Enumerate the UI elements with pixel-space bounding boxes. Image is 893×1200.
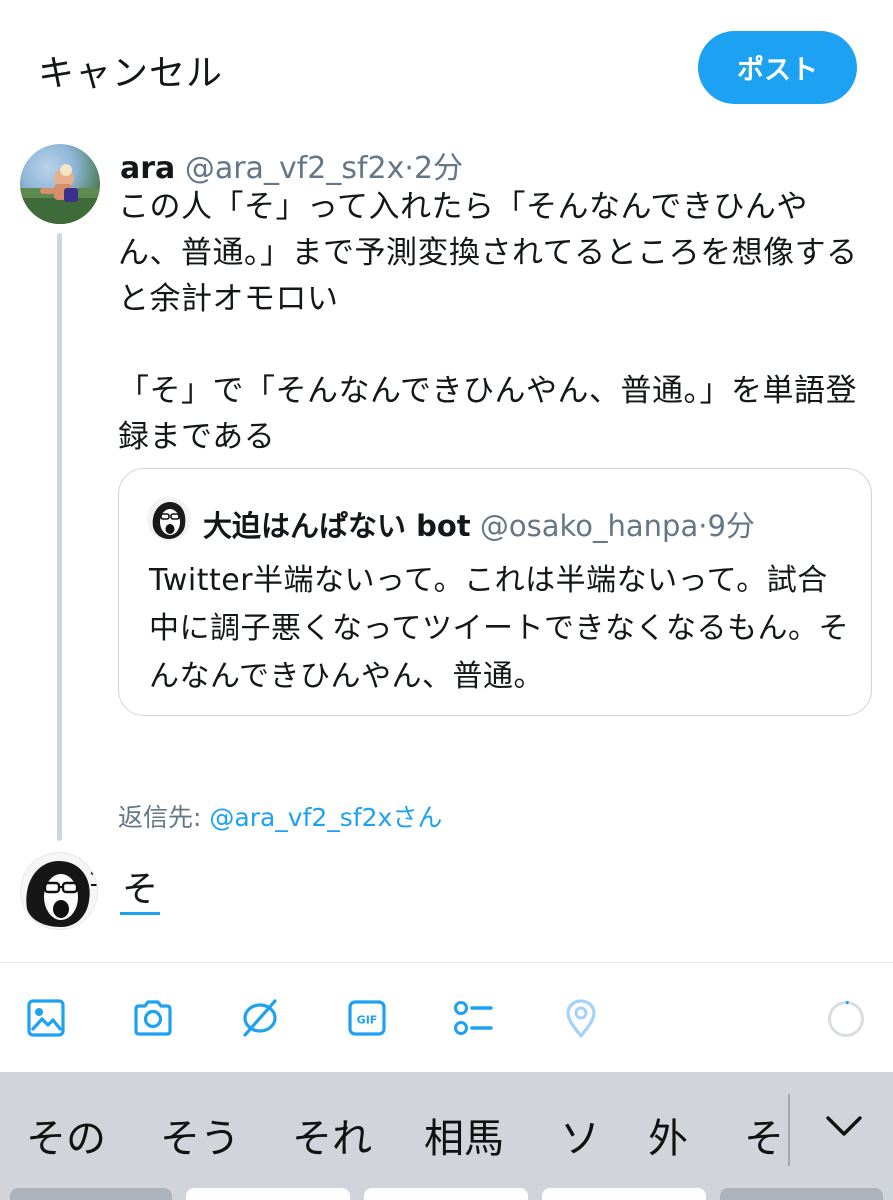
author-name[interactable]: ara: [120, 151, 175, 186]
candidate-item[interactable]: 外: [648, 1106, 688, 1164]
tweet-header: ara @ara_vf2_sf2x·2分: [120, 143, 463, 187]
key-partial[interactable]: [10, 1188, 172, 1200]
user-avatar-image: [21, 853, 97, 929]
candidate-item[interactable]: そう: [160, 1106, 240, 1164]
chevron-down-icon[interactable]: [820, 1106, 868, 1146]
quoted-author-handle: @osako_hanpa: [479, 509, 699, 543]
gif-search-icon[interactable]: [238, 996, 282, 1040]
cancel-button[interactable]: キャンセル: [38, 44, 223, 96]
gif-icon[interactable]: GIF: [345, 996, 389, 1040]
key-partial[interactable]: [542, 1188, 706, 1200]
quoted-tweet-text: Twitter半端ないって。これは半端ないって。試合中に調子悪くなってツイートで…: [149, 563, 849, 694]
keyboard: その そう それ 相馬 ソ 外 そ: [0, 1072, 893, 1200]
tweet-text: この人「そ」って入れたら「そんなんできひんやん、普通。」まで予測変換されてるとこ…: [118, 189, 858, 455]
candidate-item[interactable]: 相馬: [424, 1106, 504, 1164]
replying-to-mention[interactable]: @ara_vf2_sf2x: [209, 803, 392, 832]
compose-input[interactable]: そ: [120, 868, 161, 915]
replying-to-suffix[interactable]: さん: [392, 803, 442, 832]
author-avatar-image: [20, 164, 100, 224]
camera-icon[interactable]: [131, 996, 175, 1040]
quoted-tweet-time: 9分: [707, 509, 755, 543]
candidate-separator: [788, 1094, 790, 1166]
quoted-tweet-header: 大迫はんぱない bot @osako_hanpa·9分: [203, 503, 755, 545]
location-icon: [559, 996, 603, 1040]
gif-icon-label: GIF: [357, 1014, 378, 1027]
key-partial[interactable]: [186, 1188, 350, 1200]
replying-to: 返信先: @ara_vf2_sf2xさん: [118, 798, 442, 834]
toolbar-divider: [0, 962, 893, 963]
post-button[interactable]: ポスト: [698, 31, 857, 104]
prediction-bar: その そう それ 相馬 ソ 外 そ: [0, 1072, 893, 1190]
candidate-item[interactable]: その: [26, 1106, 106, 1164]
key-partial[interactable]: [364, 1188, 528, 1200]
header-separator: ·: [404, 151, 414, 186]
quoted-author-name: 大迫はんぱない bot: [203, 509, 471, 543]
thread-line: [57, 233, 62, 841]
candidate-item[interactable]: ソ: [560, 1106, 600, 1164]
image-icon[interactable]: [24, 996, 68, 1040]
tweet-time: 2分: [413, 151, 464, 186]
candidate-item[interactable]: それ: [292, 1106, 372, 1164]
replying-to-prefix: 返信先:: [118, 803, 210, 832]
quoted-author-avatar: [147, 497, 191, 541]
user-avatar[interactable]: [20, 852, 98, 930]
quoted-avatar-image: [147, 497, 191, 541]
author-avatar[interactable]: [20, 144, 100, 224]
author-handle[interactable]: @ara_vf2_sf2x: [185, 151, 405, 186]
quoted-tweet[interactable]: 大迫はんぱない bot @osako_hanpa·9分 Twitter半端ないっ…: [118, 468, 872, 716]
candidate-item[interactable]: そ: [744, 1106, 784, 1164]
poll-icon[interactable]: [451, 996, 495, 1040]
key-partial[interactable]: [720, 1188, 883, 1200]
character-count-ring: [828, 1001, 864, 1037]
